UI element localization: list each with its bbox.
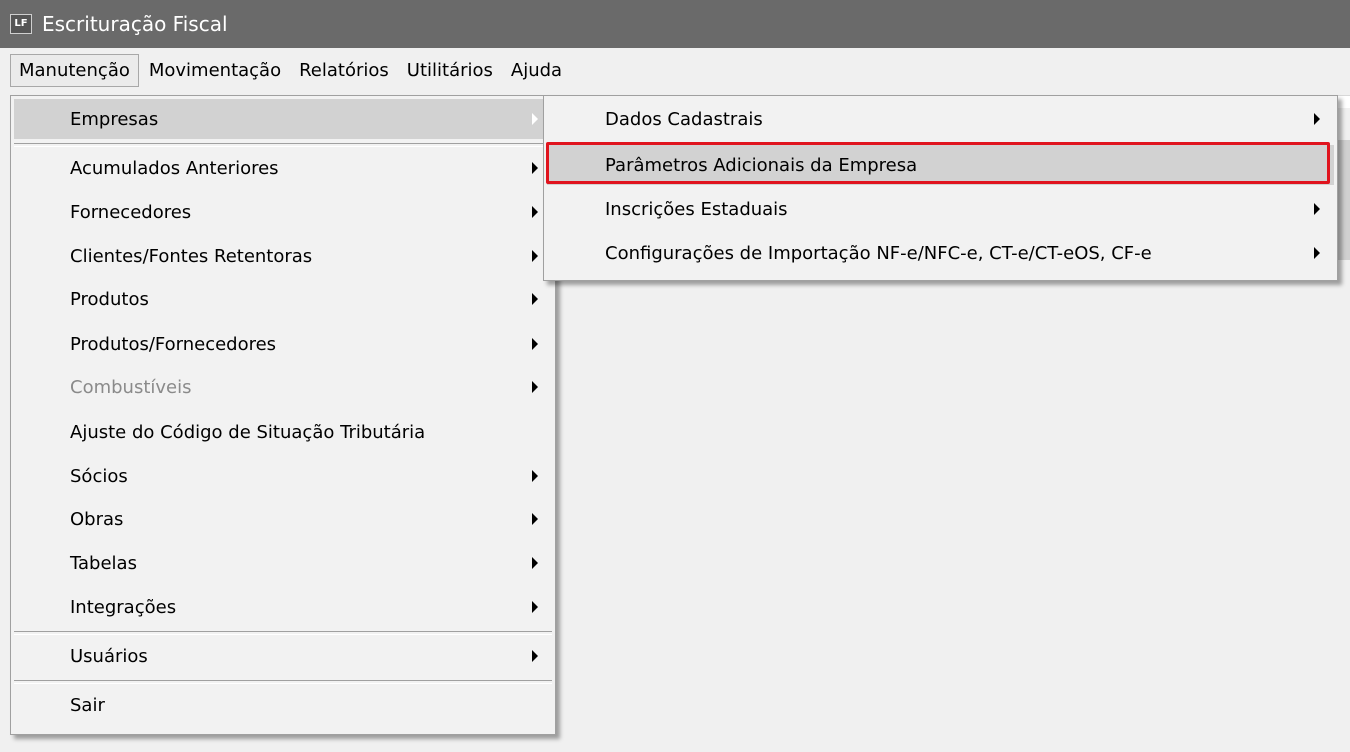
menu-item-label: Produtos bbox=[70, 288, 149, 310]
menu-item-socios[interactable]: Sócios bbox=[14, 456, 552, 496]
menu-item-label: Obras bbox=[70, 508, 124, 530]
menu-item-label: Sócios bbox=[70, 465, 128, 487]
submenu-item-dados-cadastrais[interactable]: Dados Cadastrais bbox=[547, 99, 1334, 139]
submenu-arrow-icon bbox=[532, 601, 538, 613]
menu-relatorios[interactable]: Relatórios bbox=[291, 54, 397, 87]
submenu-item-inscricoes-estaduais[interactable]: Inscrições Estaduais bbox=[547, 189, 1334, 229]
submenu-arrow-icon bbox=[1314, 247, 1320, 259]
menu-separator bbox=[14, 680, 552, 684]
menu-separator bbox=[14, 631, 552, 635]
submenu-arrow-icon bbox=[532, 557, 538, 569]
menu-ajuda[interactable]: Ajuda bbox=[503, 54, 570, 87]
submenu-arrow-icon bbox=[532, 113, 538, 125]
menu-item-label: Acumulados Anteriores bbox=[70, 157, 279, 179]
menu-item-label: Usuários bbox=[70, 645, 148, 667]
menu-item-fornecedores[interactable]: Fornecedores bbox=[14, 192, 552, 232]
menu-utilitarios[interactable]: Utilitários bbox=[399, 54, 501, 87]
app-logo-icon: LF bbox=[10, 14, 32, 34]
menu-item-usuarios[interactable]: Usuários bbox=[14, 636, 552, 676]
submenu-item-parametros-adicionais[interactable]: Parâmetros Adicionais da Empresa bbox=[547, 145, 1334, 185]
menu-item-acumulados-anteriores[interactable]: Acumulados Anteriores bbox=[14, 148, 552, 188]
menu-item-produtos[interactable]: Produtos bbox=[14, 279, 552, 319]
submenu-arrow-icon bbox=[532, 250, 538, 262]
menu-item-label: Produtos/Fornecedores bbox=[70, 333, 277, 355]
empresas-submenu: Dados Cadastrais Parâmetros Adicionais d… bbox=[543, 95, 1338, 281]
menu-item-produtos-fornecedores[interactable]: Produtos/Fornecedores bbox=[14, 324, 552, 364]
menu-item-label: Parâmetros Adicionais da Empresa bbox=[605, 154, 918, 176]
menu-item-label: Tabelas bbox=[70, 552, 137, 574]
menu-item-label: Fornecedores bbox=[70, 201, 192, 223]
menu-item-ajuste-cst[interactable]: Ajuste do Código de Situação Tributária bbox=[14, 412, 552, 452]
menu-separator bbox=[14, 143, 552, 147]
submenu-item-config-importacao[interactable]: Configurações de Importação NF-e/NFC-e, … bbox=[547, 233, 1334, 273]
menu-item-obras[interactable]: Obras bbox=[14, 499, 552, 539]
window-title: Escrituração Fiscal bbox=[42, 12, 228, 36]
menu-item-label: Clientes/Fontes Retentoras bbox=[70, 245, 313, 267]
menu-item-label: Sair bbox=[70, 694, 105, 716]
menu-item-clientes-fontes-retentoras[interactable]: Clientes/Fontes Retentoras bbox=[14, 236, 552, 276]
menu-item-combustiveis: Combustíveis bbox=[14, 367, 552, 407]
menu-manutencao[interactable]: Manutenção bbox=[10, 53, 139, 87]
menu-movimentacao[interactable]: Movimentação bbox=[141, 54, 289, 87]
submenu-arrow-icon bbox=[532, 293, 538, 305]
submenu-arrow-icon bbox=[532, 162, 538, 174]
menu-item-empresas[interactable]: Empresas bbox=[14, 99, 552, 139]
menu-item-integracoes[interactable]: Integrações bbox=[14, 587, 552, 627]
submenu-arrow-icon bbox=[532, 338, 538, 350]
title-bar: LF Escrituração Fiscal bbox=[0, 0, 1350, 48]
menu-bar: Manutenção Movimentação Relatórios Utili… bbox=[0, 48, 1350, 92]
menu-item-label: Combustíveis bbox=[70, 376, 192, 398]
menu-item-label: Configurações de Importação NF-e/NFC-e, … bbox=[605, 242, 1152, 264]
submenu-arrow-icon bbox=[532, 206, 538, 218]
submenu-arrow-icon bbox=[532, 513, 538, 525]
menu-item-tabelas[interactable]: Tabelas bbox=[14, 543, 552, 583]
submenu-arrow-icon bbox=[1314, 203, 1320, 215]
submenu-arrow-icon bbox=[1314, 113, 1320, 125]
menu-item-label: Inscrições Estaduais bbox=[605, 198, 788, 220]
menu-item-label: Dados Cadastrais bbox=[605, 108, 763, 130]
menu-item-label: Ajuste do Código de Situação Tributária bbox=[70, 421, 426, 443]
submenu-arrow-icon bbox=[532, 650, 538, 662]
menu-item-sair[interactable]: Sair bbox=[14, 685, 552, 725]
submenu-arrow-icon bbox=[532, 470, 538, 482]
manutencao-menu: Empresas Acumulados Anteriores Fornecedo… bbox=[10, 95, 556, 735]
menu-item-label: Integrações bbox=[70, 596, 177, 618]
submenu-arrow-icon bbox=[532, 381, 538, 393]
menu-item-label: Empresas bbox=[70, 108, 159, 130]
